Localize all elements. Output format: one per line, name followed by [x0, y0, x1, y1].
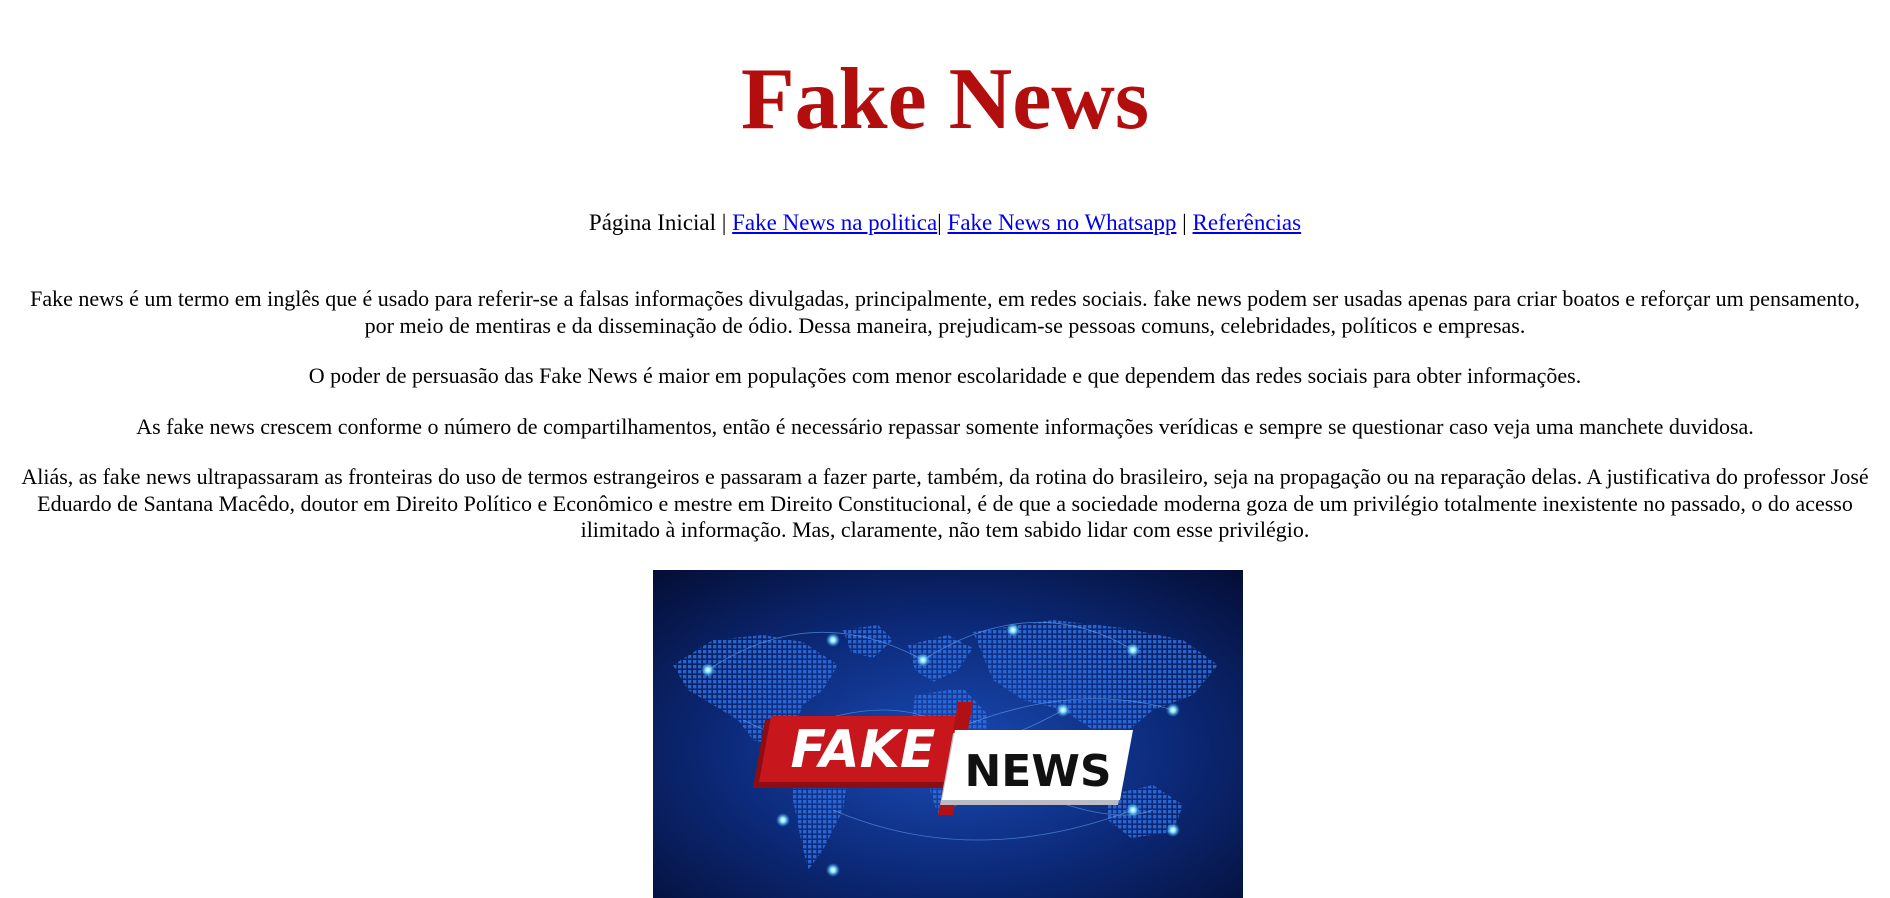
paragraph: Fake news é um termo em inglês que é usa…	[30, 286, 1860, 338]
nav-separator: |	[716, 210, 733, 235]
fake-news-banner-image: FAKE NEWS	[653, 570, 1243, 898]
badge-word-white: NEWS	[964, 746, 1111, 797]
top-nav: Página Inicial | Fake News na politica| …	[0, 208, 1890, 238]
paragraph: As fake news crescem conforme o número d…	[136, 413, 1754, 439]
nav-home: Página Inicial	[588, 210, 717, 235]
world-map-illustration: FAKE NEWS	[653, 570, 1243, 898]
nav-separator: |	[937, 210, 948, 235]
badge-word-red: FAKE	[791, 720, 936, 780]
nav-link-politics[interactable]: Fake News na politica	[732, 210, 937, 235]
nav-link-references[interactable]: Referências	[1193, 210, 1302, 235]
article-body: Fake news é um termo em inglês que é usa…	[16, 286, 1874, 568]
nav-separator: |	[1176, 210, 1193, 235]
paragraph: O poder de persuasão das Fake News é mai…	[308, 363, 1582, 388]
page-title: Fake News	[740, 51, 1150, 148]
nav-link-whatsapp[interactable]: Fake News no Whatsapp	[948, 210, 1177, 235]
paragraph: Aliás, as fake news ultrapassaram as fro…	[21, 464, 1869, 542]
page: Fake News Página Inicial | Fake News na …	[0, 0, 1890, 898]
